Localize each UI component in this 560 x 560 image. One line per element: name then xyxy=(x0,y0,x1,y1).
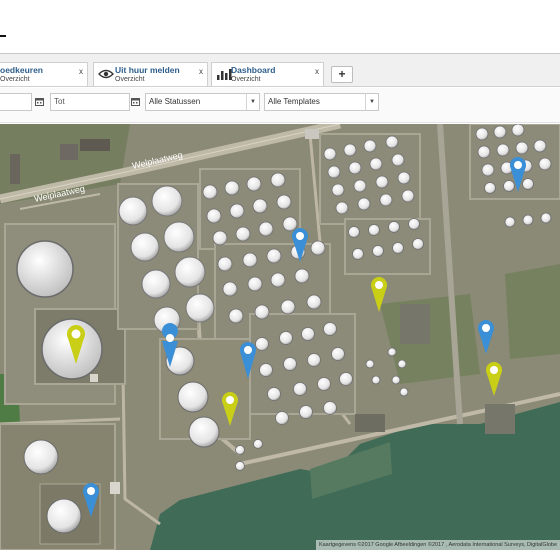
tab-dashboard[interactable]: Dashboard Overzicht x xyxy=(211,62,324,86)
building xyxy=(305,129,319,139)
status-select[interactable]: Alle Statussen ▼ xyxy=(145,93,260,111)
map-attribution[interactable]: Kaartgegevens ©2017 Google Afbeeldingen … xyxy=(315,540,560,550)
date-from-field[interactable] xyxy=(0,93,32,111)
satellite-map[interactable]: Welplaatweg Welplaatweg Kaartgegevens ©2… xyxy=(0,124,560,550)
tab-subtitle: Overzicht xyxy=(231,76,261,83)
status-select-value: Alle Statussen xyxy=(149,97,201,106)
template-select-value: Alle Templates xyxy=(268,97,320,106)
calendar-icon[interactable] xyxy=(129,93,142,111)
eye-icon xyxy=(98,67,114,81)
building xyxy=(485,404,515,434)
tab-title: Uit huur melden xyxy=(115,65,180,75)
header-fragment xyxy=(0,35,6,37)
calendar-icon[interactable] xyxy=(33,93,46,111)
template-select[interactable]: Alle Templates ▼ xyxy=(264,93,379,111)
chevron-down-icon: ▼ xyxy=(246,94,259,110)
vegetation xyxy=(505,264,560,359)
storage-tank xyxy=(46,498,82,534)
add-tab-button[interactable]: + xyxy=(331,66,353,83)
tab-title: Dashboard xyxy=(231,65,276,75)
building xyxy=(10,154,20,184)
map-canvas[interactable]: Welplaatweg Welplaatweg xyxy=(0,124,560,550)
building xyxy=(400,304,430,344)
tab-close-button[interactable]: x xyxy=(199,67,203,76)
building xyxy=(60,144,78,160)
storage-tank xyxy=(188,416,220,448)
bar-chart-icon xyxy=(216,67,232,81)
building xyxy=(110,482,120,494)
date-to-field[interactable]: Tot xyxy=(50,93,130,111)
tab-subtitle: Overzicht xyxy=(0,76,30,83)
tab-subtitle: Overzicht xyxy=(115,76,145,83)
tab-uit-huur-melden[interactable]: Uit huur melden Overzicht x xyxy=(93,62,208,86)
chevron-down-icon: ▼ xyxy=(365,94,378,110)
filter-bar: Tot Alle Statussen ▼ Alle Templates ▼ xyxy=(0,88,560,123)
footer-strip xyxy=(0,550,560,560)
storage-tank xyxy=(16,240,74,298)
tab-goedkeuren[interactable]: oedkeuren Overzicht x xyxy=(0,62,88,86)
storage-tank xyxy=(177,381,209,413)
tab-close-button[interactable]: x xyxy=(315,67,319,76)
building xyxy=(80,139,110,151)
tab-title: oedkeuren xyxy=(0,65,43,75)
building xyxy=(355,414,385,432)
building xyxy=(90,374,98,382)
storage-tank xyxy=(23,439,59,475)
tab-bar: oedkeuren Overzicht x Uit huur melden Ov… xyxy=(0,54,560,87)
tab-close-button[interactable]: x xyxy=(79,67,83,76)
